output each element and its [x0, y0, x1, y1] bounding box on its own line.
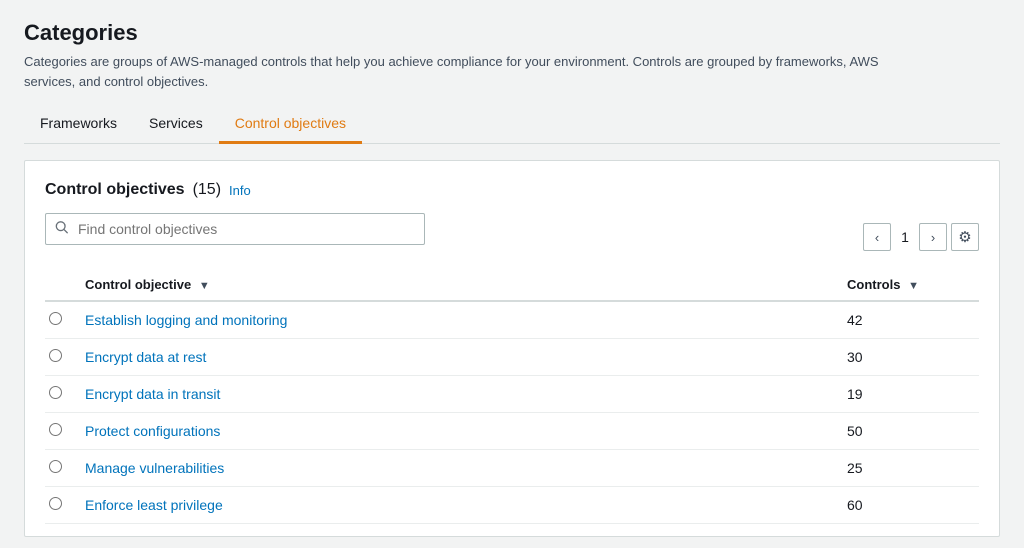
row-radio-3[interactable]: [49, 386, 62, 399]
controls-cell: 25: [839, 450, 979, 487]
objective-cell: Establish logging and monitoring: [77, 301, 839, 339]
controls-cell: 60: [839, 487, 979, 524]
table-row: Protect configurations 50: [45, 413, 979, 450]
row-radio-2[interactable]: [49, 349, 62, 362]
controls-cell: 50: [839, 413, 979, 450]
objective-link-5[interactable]: Manage vulnerabilities: [85, 460, 224, 476]
table-row: Enforce least privilege 60: [45, 487, 979, 524]
tab-control-objectives[interactable]: Control objectives: [219, 107, 362, 144]
card-header: Control objectives (15) Info: [45, 181, 979, 199]
content-card: Control objectives (15) Info ‹ 1: [24, 160, 1000, 537]
prev-page-button[interactable]: ‹: [863, 223, 891, 251]
controls-cell: 30: [839, 339, 979, 376]
objective-link-6[interactable]: Enforce least privilege: [85, 497, 223, 513]
table-row: Encrypt data at rest 30: [45, 339, 979, 376]
objective-link-1[interactable]: Establish logging and monitoring: [85, 312, 287, 328]
table-wrapper: Control objective ▼ Controls ▼ Establish…: [45, 269, 979, 524]
objective-link-2[interactable]: Encrypt data at rest: [85, 349, 206, 365]
gear-icon: ⚙: [958, 228, 971, 246]
objective-cell: Manage vulnerabilities: [77, 450, 839, 487]
col-objective-header[interactable]: Control objective ▼: [77, 269, 839, 301]
control-objectives-table: Control objective ▼ Controls ▼ Establish…: [45, 269, 979, 524]
sort-objective-icon: ▼: [199, 280, 210, 292]
pagination-controls: ‹ 1 › ⚙: [863, 223, 979, 251]
row-select-cell: [45, 301, 77, 339]
row-select-cell: [45, 450, 77, 487]
row-select-cell: [45, 376, 77, 413]
next-page-button[interactable]: ›: [919, 223, 947, 251]
table-toolbar: ‹ 1 › ⚙: [45, 213, 979, 261]
chevron-left-icon: ‹: [875, 230, 879, 245]
row-select-cell: [45, 413, 77, 450]
sort-controls-icon: ▼: [908, 280, 919, 292]
objective-cell: Encrypt data at rest: [77, 339, 839, 376]
col-controls-header[interactable]: Controls ▼: [839, 269, 979, 301]
tab-services[interactable]: Services: [133, 107, 219, 144]
table-settings-button[interactable]: ⚙: [951, 223, 979, 251]
controls-cell: 19: [839, 376, 979, 413]
current-page: 1: [895, 229, 915, 245]
page-description: Categories are groups of AWS-managed con…: [24, 52, 924, 91]
tabs-bar: Frameworks Services Control objectives: [24, 107, 1000, 144]
info-link[interactable]: Info: [229, 183, 251, 198]
row-radio-4[interactable]: [49, 423, 62, 436]
row-select-cell: [45, 339, 77, 376]
chevron-right-icon: ›: [931, 230, 935, 245]
table-row: Manage vulnerabilities 25: [45, 450, 979, 487]
tab-frameworks[interactable]: Frameworks: [24, 107, 133, 144]
controls-cell: 42: [839, 301, 979, 339]
search-container: [45, 213, 425, 245]
search-input[interactable]: [45, 213, 425, 245]
page-title: Categories: [24, 20, 1000, 46]
objective-cell: Enforce least privilege: [77, 487, 839, 524]
row-radio-6[interactable]: [49, 497, 62, 510]
row-radio-1[interactable]: [49, 312, 62, 325]
row-radio-5[interactable]: [49, 460, 62, 473]
col-select-header: [45, 269, 77, 301]
row-select-cell: [45, 487, 77, 524]
table-row: Encrypt data in transit 19: [45, 376, 979, 413]
card-count: (15): [193, 181, 221, 199]
table-row: Establish logging and monitoring 42: [45, 301, 979, 339]
table-header-row: Control objective ▼ Controls ▼: [45, 269, 979, 301]
search-icon: [55, 221, 69, 238]
objective-link-3[interactable]: Encrypt data in transit: [85, 386, 220, 402]
objective-cell: Protect configurations: [77, 413, 839, 450]
objective-cell: Encrypt data in transit: [77, 376, 839, 413]
objective-link-4[interactable]: Protect configurations: [85, 423, 220, 439]
card-title: Control objectives: [45, 181, 185, 199]
